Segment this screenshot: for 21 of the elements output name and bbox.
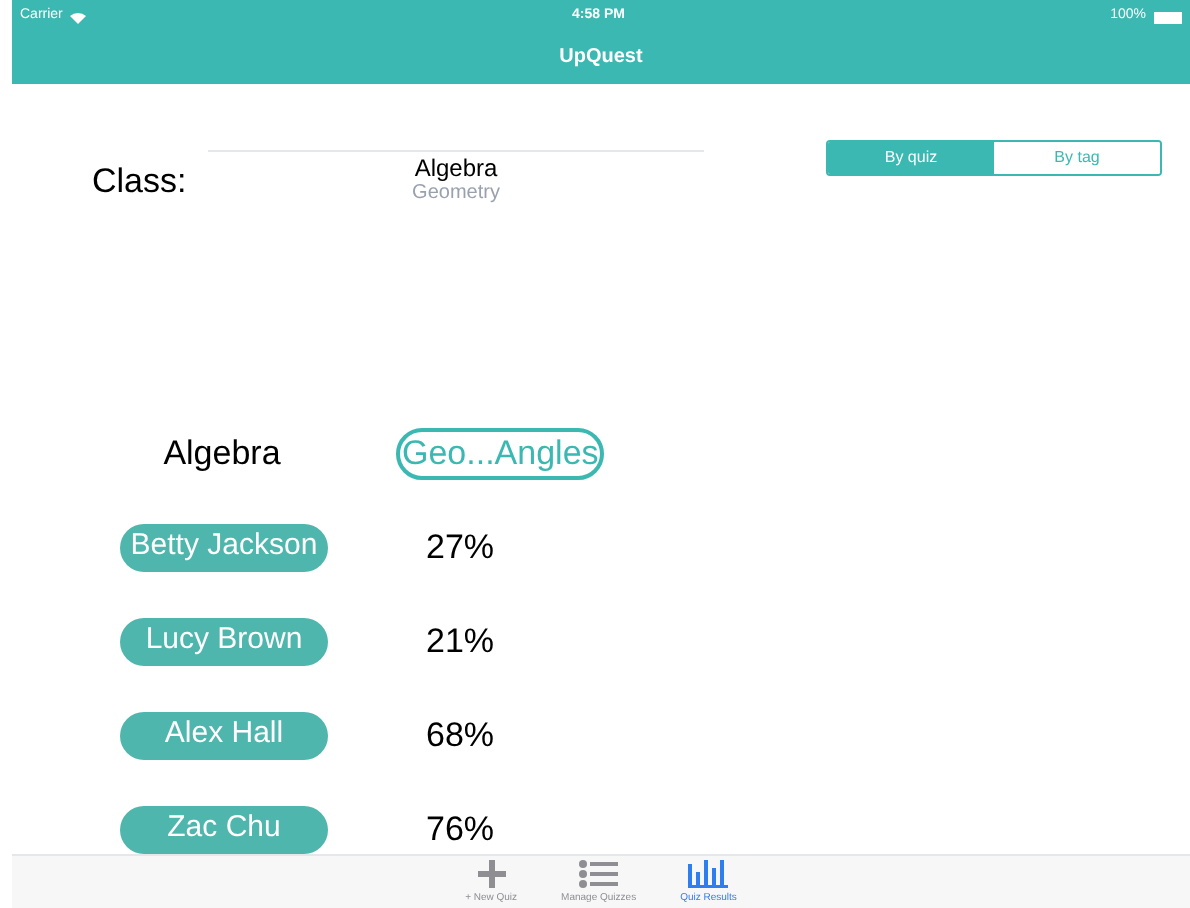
student-button[interactable]: Zac Chu [120, 805, 328, 854]
segment-tab[interactable]: By quiz [828, 142, 994, 174]
column-header-button[interactable]: Geo...Angles [396, 427, 605, 480]
score-text: 21% [423, 619, 497, 664]
plus-icon [477, 859, 506, 887]
student-button[interactable]: Lucy Brown [120, 617, 328, 666]
window-title: UpQuest [559, 43, 643, 71]
bar-chart-icon [688, 859, 729, 887]
score-text: 27% [423, 525, 497, 570]
score-text: 76% [423, 807, 497, 852]
wifi-icon [70, 11, 87, 23]
student-button[interactable]: Betty Jackson [120, 523, 328, 572]
column-header: Algebra [161, 431, 283, 476]
picker-option[interactable]: Algebra [414, 154, 498, 182]
list-icon [578, 859, 619, 887]
class-label: Class: [92, 160, 189, 204]
student-button[interactable]: Alex Hall [120, 711, 328, 760]
battery-icon [1153, 11, 1182, 23]
picker-option[interactable]: Geometry [412, 182, 500, 206]
class-picker[interactable]: Algebra Geometry [208, 150, 704, 206]
score-text: 68% [423, 713, 497, 758]
